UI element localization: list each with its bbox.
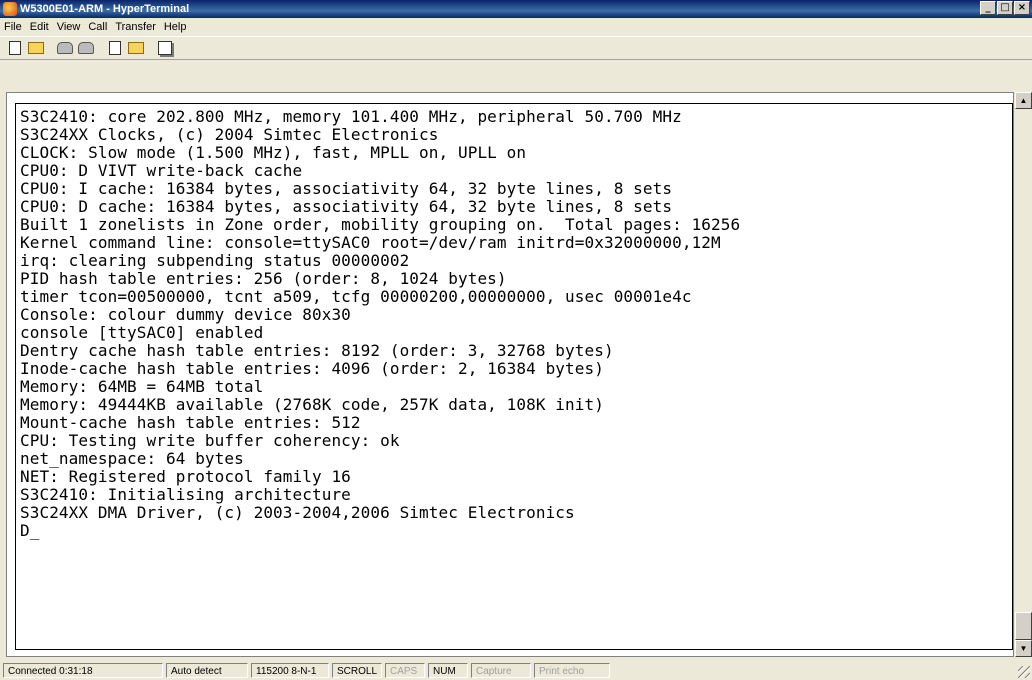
terminal-line: CPU0: I cache: 16384 bytes, associativit… bbox=[20, 179, 673, 198]
terminal-line: CPU: Testing write buffer coherency: ok bbox=[20, 431, 400, 450]
toolbar bbox=[0, 36, 1032, 60]
status-settings: 115200 8-N-1 bbox=[251, 662, 329, 678]
terminal-line: PID hash table entries: 256 (order: 8, 1… bbox=[20, 269, 507, 288]
menu-call[interactable]: Call bbox=[84, 21, 111, 33]
menu-help[interactable]: Help bbox=[160, 21, 191, 33]
maximize-button[interactable]: □ bbox=[997, 1, 1013, 15]
connect-icon[interactable] bbox=[56, 39, 74, 57]
open-folder-icon[interactable] bbox=[27, 39, 45, 57]
properties-icon[interactable] bbox=[156, 39, 174, 57]
scroll-thumb[interactable] bbox=[1015, 612, 1032, 640]
status-detect: Auto detect bbox=[166, 662, 248, 678]
send-icon[interactable] bbox=[106, 39, 124, 57]
terminal-line: CPU0: D cache: 16384 bytes, associativit… bbox=[20, 197, 673, 216]
status-capture: Capture bbox=[471, 662, 531, 678]
terminal-line: Built 1 zonelists in Zone order, mobilit… bbox=[20, 215, 741, 234]
resize-grip-icon[interactable] bbox=[1018, 666, 1030, 678]
terminal-line: timer tcon=00500000, tcnt a509, tcfg 000… bbox=[20, 287, 692, 306]
scroll-down-button[interactable]: ▼ bbox=[1015, 640, 1032, 657]
disconnect-icon[interactable] bbox=[77, 39, 95, 57]
terminal-line: S3C24XX Clocks, (c) 2004 Simtec Electron… bbox=[20, 125, 439, 144]
close-button[interactable]: × bbox=[1014, 1, 1030, 15]
menu-edit[interactable]: Edit bbox=[26, 21, 53, 33]
status-caps: CAPS bbox=[385, 662, 425, 678]
terminal-line: Mount-cache hash table entries: 512 bbox=[20, 413, 361, 432]
terminal-line: net_namespace: 64 bytes bbox=[20, 449, 244, 468]
status-scroll: SCROLL bbox=[332, 662, 382, 678]
menu-bar: File Edit View Call Transfer Help bbox=[0, 18, 1032, 36]
menu-transfer[interactable]: Transfer bbox=[111, 21, 160, 33]
status-bar: Connected 0:31:18 Auto detect 115200 8-N… bbox=[0, 660, 1032, 680]
terminal-area[interactable]: S3C2410: core 202.800 MHz, memory 101.40… bbox=[6, 92, 1014, 657]
terminal-line: Console: colour dummy device 80x30 bbox=[20, 305, 351, 324]
terminal-line: Memory: 49444KB available (2768K code, 2… bbox=[20, 395, 604, 414]
terminal-output: S3C2410: core 202.800 MHz, memory 101.40… bbox=[16, 104, 1012, 540]
terminal-line: CLOCK: Slow mode (1.500 MHz), fast, MPLL… bbox=[20, 143, 527, 162]
menu-file[interactable]: File bbox=[0, 21, 26, 33]
receive-icon[interactable] bbox=[127, 39, 145, 57]
terminal-line: irq: clearing subpending status 00000002 bbox=[20, 251, 410, 270]
terminal-line: D_ bbox=[20, 521, 40, 540]
vertical-scrollbar[interactable]: ▲ ▼ bbox=[1015, 92, 1032, 657]
minimize-button[interactable]: _ bbox=[980, 1, 996, 15]
terminal-line: console [ttySAC0] enabled bbox=[20, 323, 264, 342]
scroll-up-button[interactable]: ▲ bbox=[1015, 92, 1032, 109]
terminal-line: Memory: 64MB = 64MB total bbox=[20, 377, 264, 396]
window-title: W5300E01-ARM - HyperTerminal bbox=[20, 3, 190, 15]
terminal-line: S3C2410: core 202.800 MHz, memory 101.40… bbox=[20, 107, 682, 126]
terminal-line: Inode-cache hash table entries: 4096 (or… bbox=[20, 359, 604, 378]
hyperterminal-icon bbox=[3, 2, 17, 16]
terminal-line: NET: Registered protocol family 16 bbox=[20, 467, 351, 486]
terminal-screen: S3C2410: core 202.800 MHz, memory 101.40… bbox=[15, 103, 1013, 650]
status-num: NUM bbox=[428, 662, 468, 678]
new-document-icon[interactable] bbox=[6, 39, 24, 57]
terminal-line: Dentry cache hash table entries: 8192 (o… bbox=[20, 341, 614, 360]
terminal-line: S3C2410: Initialising architecture bbox=[20, 485, 351, 504]
status-print-echo: Print echo bbox=[534, 662, 610, 678]
terminal-line: CPU0: D VIVT write-back cache bbox=[20, 161, 303, 180]
title-bar: W5300E01-ARM - HyperTerminal _ □ × bbox=[0, 0, 1032, 18]
menu-view[interactable]: View bbox=[53, 21, 85, 33]
status-connected: Connected 0:31:18 bbox=[3, 662, 163, 678]
terminal-line: Kernel command line: console=ttySAC0 roo… bbox=[20, 233, 721, 252]
terminal-line: S3C24XX DMA Driver, (c) 2003-2004,2006 S… bbox=[20, 503, 575, 522]
